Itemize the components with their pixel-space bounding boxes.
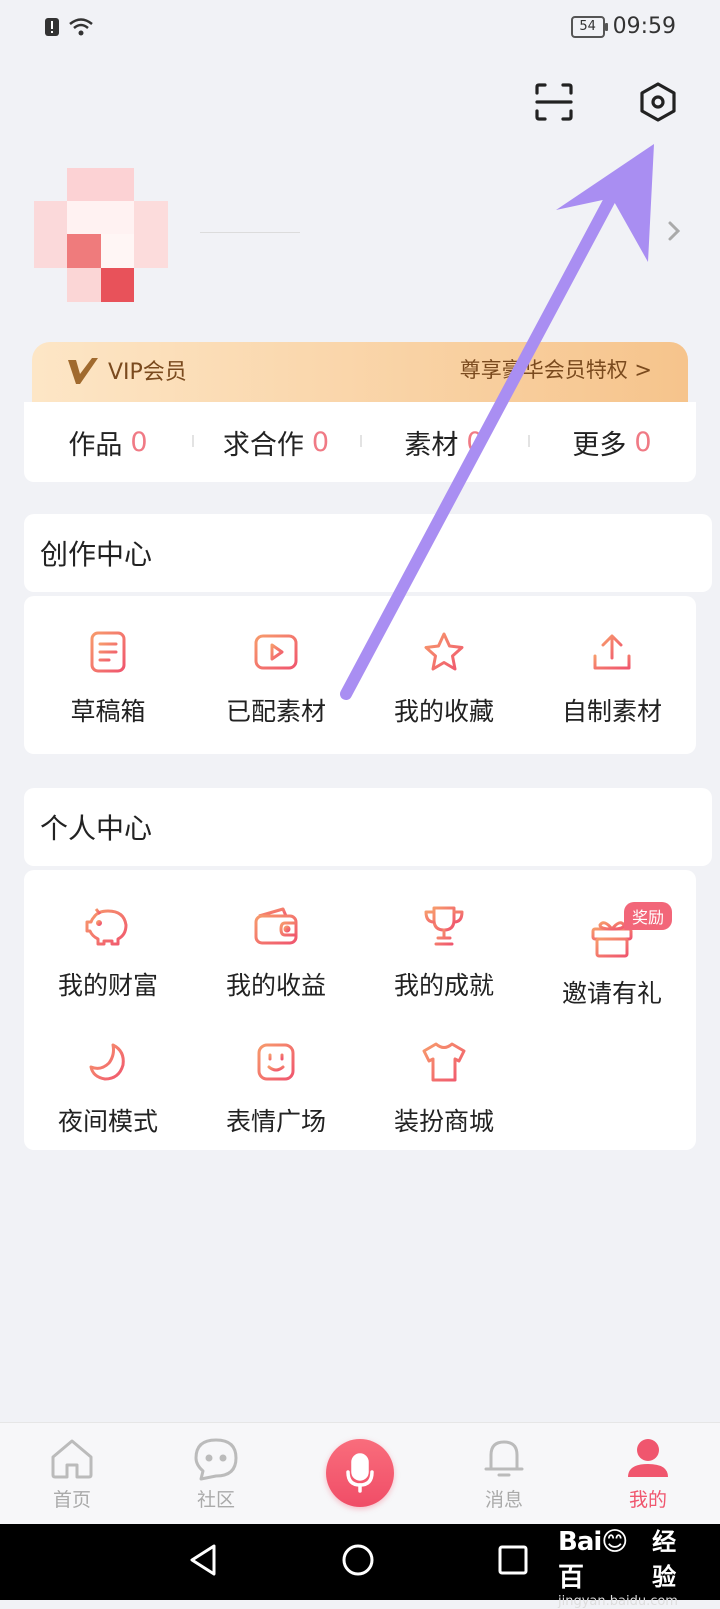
nav-label: 我的 — [628, 1489, 667, 1511]
personal-center-grid: 我的财富 我的收益 我的成就 奖励 邀请有礼 夜间模式 表情广场 装扮商城 — [24, 870, 696, 1150]
stat-label: 更多 — [572, 429, 627, 461]
my-achievements-item[interactable]: 我的成就 — [360, 900, 528, 1010]
watermark-logo: Bai😊百 — [558, 1527, 628, 1593]
microphone-icon — [346, 1453, 374, 1493]
stat-value: 0 — [466, 426, 484, 458]
item-label: 我的收益 — [225, 971, 326, 1000]
status-bar-right: 54 09:59 — [570, 14, 676, 39]
settings-button[interactable] — [634, 78, 682, 126]
chevron-right-icon — [668, 221, 681, 241]
personal-center-header: 个人中心 — [24, 788, 712, 866]
stat-works[interactable]: 作品 0 — [24, 423, 192, 462]
stat-label: 求合作 — [222, 429, 304, 461]
shirt-icon — [418, 1036, 470, 1088]
my-wealth-item[interactable]: 我的财富 — [24, 900, 192, 1010]
night-mode-item[interactable]: 夜间模式 — [24, 1036, 192, 1138]
item-label: 我的收藏 — [393, 697, 494, 726]
battery-indicator: 54 — [570, 15, 608, 38]
creation-center-grid: 草稿箱 已配素材 我的收藏 自制素材 — [24, 596, 696, 754]
invite-gift-item[interactable]: 奖励 邀请有礼 — [528, 900, 696, 1010]
my-earnings-item[interactable]: 我的收益 — [192, 900, 360, 1010]
item-label: 草稿箱 — [70, 697, 146, 726]
profile-chevron[interactable] — [662, 216, 686, 250]
wallet-icon — [250, 900, 302, 952]
upload-icon — [586, 626, 638, 678]
custom-materials-item[interactable]: 自制素材 — [528, 626, 696, 728]
section-title: 个人中心 — [40, 812, 153, 845]
recents-square-icon — [498, 1545, 528, 1575]
item-label: 自制素材 — [561, 697, 662, 726]
item-label: 夜间模式 — [57, 1107, 158, 1136]
dress-up-store-item[interactable]: 装扮商城 — [360, 1036, 528, 1138]
nav-community[interactable]: 社区 — [144, 1423, 288, 1525]
trophy-icon — [418, 900, 470, 952]
bottom-nav: 首页 社区 消息 我的 — [0, 1422, 720, 1525]
stat-label: 素材 — [404, 429, 459, 461]
record-button[interactable] — [326, 1439, 394, 1507]
star-icon — [418, 626, 470, 678]
bell-icon — [484, 1440, 524, 1477]
nav-mine[interactable]: 我的 — [576, 1423, 720, 1525]
item-label: 装扮商城 — [393, 1107, 494, 1136]
home-button[interactable] — [340, 1542, 376, 1582]
item-label: 表情广场 — [225, 1107, 326, 1136]
stat-materials[interactable]: 素材 0 — [360, 423, 528, 462]
stat-value: 0 — [311, 426, 330, 458]
watermark-brand: 经验 — [652, 1528, 677, 1591]
clock: 09:59 — [612, 14, 676, 39]
video-play-icon — [250, 626, 302, 678]
document-icon — [82, 626, 134, 678]
item-label: 我的成就 — [393, 971, 494, 1000]
alert-icon — [45, 18, 59, 36]
nav-record[interactable] — [288, 1423, 432, 1525]
scan-icon — [535, 83, 573, 121]
settings-icon — [640, 82, 676, 122]
status-bar-left — [44, 16, 94, 38]
person-icon — [628, 1439, 668, 1477]
vip-promo-link[interactable]: 尊享豪华会员特权 > — [460, 354, 652, 384]
recents-button[interactable] — [496, 1542, 530, 1582]
nav-messages[interactable]: 消息 — [432, 1423, 576, 1525]
nav-label: 首页 — [52, 1489, 91, 1511]
section-title: 创作中心 — [40, 538, 153, 571]
creation-center-header: 创作中心 — [24, 514, 712, 592]
stats-bar: 作品 0 求合作 0 素材 0 更多 0 — [24, 402, 696, 482]
stat-more[interactable]: 更多 0 — [528, 423, 696, 462]
piggy-bank-icon — [82, 900, 134, 952]
home-icon — [51, 1439, 93, 1479]
matched-materials-item[interactable]: 已配素材 — [192, 626, 360, 728]
nav-label: 社区 — [196, 1489, 235, 1511]
stat-value: 0 — [634, 426, 652, 458]
back-button[interactable] — [186, 1542, 220, 1582]
favorites-item[interactable]: 我的收藏 — [360, 626, 528, 728]
home-circle-icon — [342, 1544, 374, 1576]
item-label: 我的财富 — [57, 971, 158, 1000]
smiley-icon — [250, 1036, 302, 1088]
vip-banner[interactable]: VIP会员 尊享豪华会员特权 > — [32, 342, 688, 404]
emoji-square-item[interactable]: 表情广场 — [192, 1036, 360, 1138]
chat-bubble-icon — [194, 1438, 238, 1481]
moon-icon — [82, 1036, 134, 1088]
nav-label: 消息 — [484, 1489, 523, 1511]
vip-crown-icon — [68, 358, 98, 384]
scan-button[interactable] — [530, 78, 578, 126]
stat-collaboration[interactable]: 求合作 0 — [192, 423, 360, 462]
stat-label: 作品 — [68, 429, 123, 461]
stat-value: 0 — [130, 426, 148, 458]
avatar[interactable] — [34, 168, 168, 302]
wifi-icon — [69, 18, 93, 36]
item-label: 已配素材 — [225, 697, 326, 726]
watermark-url: jingyan.baidu.com — [558, 1594, 678, 1609]
item-label: 邀请有礼 — [561, 979, 662, 1008]
nav-home[interactable]: 首页 — [0, 1423, 144, 1525]
baidu-jingyan-watermark: Bai😊百 经验 jingyan.baidu.com — [558, 1522, 698, 1609]
reward-badge: 奖励 — [623, 902, 672, 930]
username-placeholder — [200, 232, 300, 233]
drafts-item[interactable]: 草稿箱 — [24, 626, 192, 728]
vip-label: VIP会员 — [108, 360, 187, 385]
back-triangle-icon — [190, 1544, 216, 1576]
